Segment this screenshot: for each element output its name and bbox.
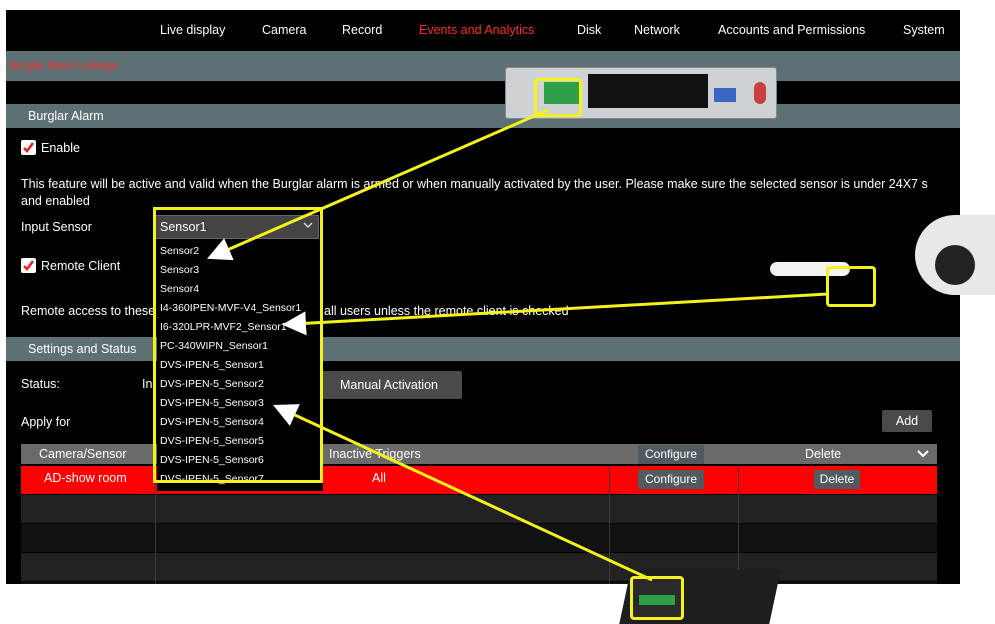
callout-arrows [207, 108, 829, 582]
arrow-device-to-sensor2 [207, 108, 549, 261]
arrow-encoder-to-sensor [273, 404, 653, 582]
arrow-camera-to-sensor [282, 292, 829, 336]
